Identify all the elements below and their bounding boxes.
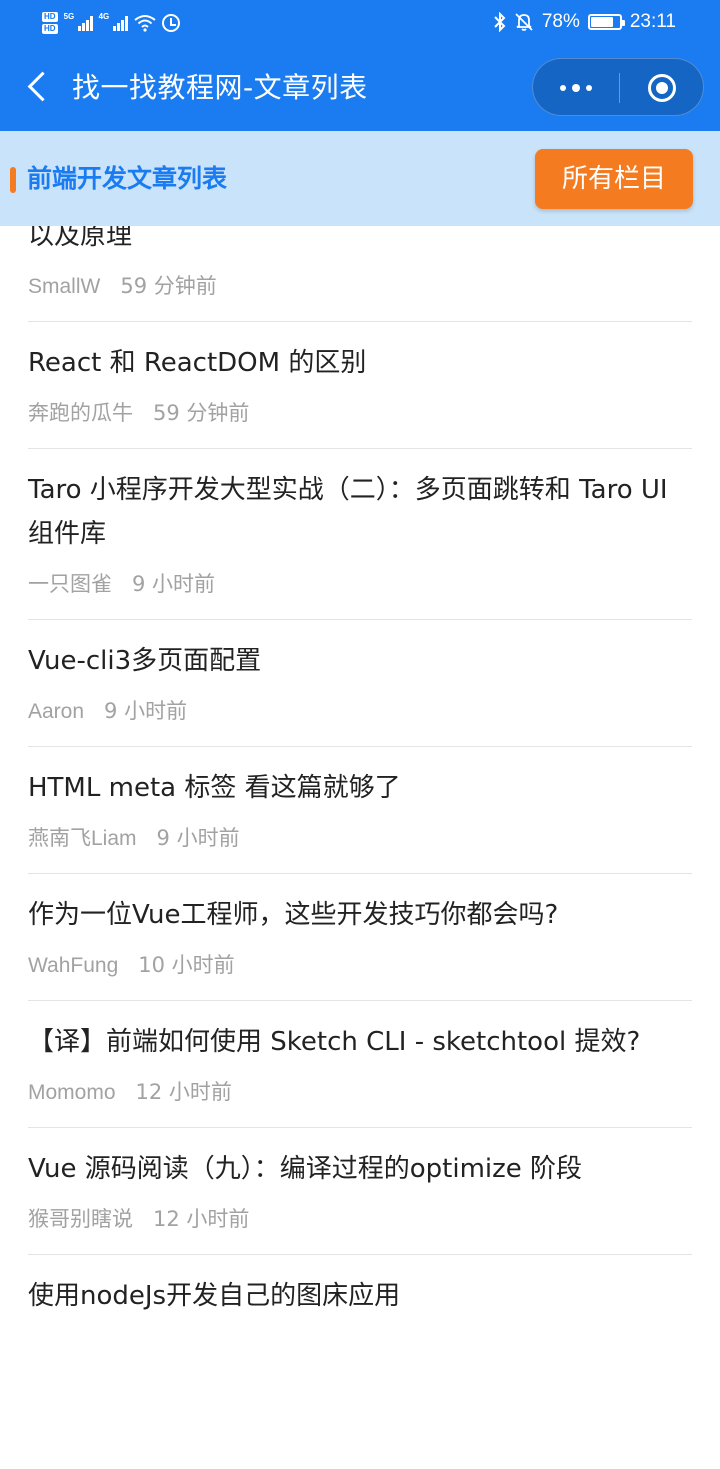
article-time: 59 分钟前 — [153, 401, 250, 425]
close-target-icon[interactable] — [619, 59, 705, 117]
section-title: 前端开发文章列表 — [27, 164, 228, 193]
article-item[interactable]: Taro 小程序开发大型实战（二）：多页面跳转和 Taro UI 组件库 一只图雀… — [28, 449, 692, 620]
article-item[interactable]: 作为一位Vue工程师，这些开发技巧你都会吗? WahFung 10 小时前 — [28, 874, 692, 1001]
article-title[interactable]: Vue-cli3多页面配置 — [28, 620, 692, 683]
article-title[interactable]: HTML meta 标签 看这篇就够了 — [28, 747, 692, 810]
nav-bar: 找一找教程网-文章列表 — [0, 44, 720, 131]
article-time: 9 小时前 — [156, 826, 240, 850]
all-columns-button[interactable]: 所有栏目 — [535, 149, 693, 209]
status-bar: HD HD 5G 4G 78% 23:11 — [0, 0, 720, 44]
article-meta: 一只图雀 9 小时前 — [28, 556, 692, 619]
article-title[interactable]: 作为一位Vue工程师，这些开发技巧你都会吗? — [28, 874, 692, 937]
back-chevron-icon[interactable] — [18, 68, 58, 108]
network-label: 4G — [98, 12, 110, 21]
network-label: 5G — [63, 12, 75, 21]
article-meta: Aaron 9 小时前 — [28, 683, 692, 746]
wifi-icon — [133, 15, 156, 32]
article-time: 59 分钟前 — [120, 274, 217, 298]
article-title[interactable]: React 和 ReactDOM 的区别 — [28, 322, 692, 385]
article-meta: SmallW 59 分钟前 — [28, 258, 692, 321]
article-author: WahFung — [28, 954, 119, 977]
article-item[interactable]: Vue 源码阅读（九）：编译过程的optimize 阶段猴哥别瞎说 12 小时前 — [28, 1128, 692, 1255]
mini-program-capsule — [532, 58, 704, 116]
article-time: 10 小时前 — [138, 953, 235, 977]
article-meta: 奔跑的瓜牛 59 分钟前 — [28, 385, 692, 448]
article-list: 以及原理 SmallW 59 分钟前 React 和 ReactDOM 的区别 奔跑的瓜… — [0, 226, 720, 1318]
status-right: 78% 23:11 — [494, 0, 676, 44]
hd-badge: HD — [42, 12, 58, 22]
signal-icon: 4G — [98, 12, 128, 31]
article-author: 奔跑的瓜牛 — [28, 402, 133, 425]
hd-indicators: HD HD — [42, 12, 58, 34]
article-time: 9 小时前 — [132, 572, 216, 596]
clock: 23:11 — [629, 11, 676, 32]
article-item[interactable]: 以及原理 SmallW 59 分钟前 — [28, 226, 692, 322]
article-title[interactable]: 【译】前端如何使用 Sketch CLI - sketchtool 提效? — [28, 1001, 692, 1064]
article-title[interactable]: 以及原理 — [28, 226, 692, 258]
article-time: 12 小时前 — [135, 1080, 232, 1104]
signal-icon: 5G — [63, 12, 93, 31]
hd-badge: HD — [42, 24, 58, 34]
article-item[interactable]: 【译】前端如何使用 Sketch CLI - sketchtool 提效? Mom… — [28, 1001, 692, 1128]
bluetooth-icon — [494, 12, 506, 32]
article-time: 12 小时前 — [153, 1207, 250, 1231]
section-accent-bar — [10, 167, 16, 193]
article-item[interactable]: Vue-cli3多页面配置 Aaron 9 小时前 — [28, 620, 692, 747]
article-item[interactable]: 使用nodeJs开发自己的图床应用 — [28, 1255, 692, 1318]
alarm-icon — [161, 14, 180, 32]
battery-icon — [587, 14, 625, 30]
article-title[interactable]: Taro 小程序开发大型实战（二）：多页面跳转和 Taro UI 组件库 — [28, 449, 692, 556]
article-meta: WahFung 10 小时前 — [28, 937, 692, 1000]
article-title[interactable]: 使用nodeJs开发自己的图床应用 — [28, 1255, 692, 1318]
battery-fill — [590, 17, 613, 27]
article-author: SmallW — [28, 275, 101, 298]
section-header: 前端开发文章列表 所有栏目 — [0, 131, 720, 226]
article-author: 燕南飞Liam — [28, 827, 137, 850]
article-time: 9 小时前 — [104, 699, 188, 723]
mute-bell-icon — [515, 13, 533, 31]
status-left: HD HD 5G 4G — [42, 6, 180, 40]
article-author: 一只图雀 — [28, 573, 112, 596]
article-item[interactable]: React 和 ReactDOM 的区别奔跑的瓜牛 59 分钟前 — [28, 322, 692, 449]
article-meta: 猴哥别瞎说 12 小时前 — [28, 1191, 692, 1254]
more-dots-icon[interactable] — [533, 59, 619, 117]
article-item[interactable]: HTML meta 标签 看这篇就够了燕南飞Liam 9 小时前 — [28, 747, 692, 874]
article-meta: 燕南飞Liam 9 小时前 — [28, 810, 692, 873]
article-author: Momomo — [28, 1081, 116, 1104]
article-author: Aaron — [28, 700, 85, 723]
article-title[interactable]: Vue 源码阅读（九）：编译过程的optimize 阶段 — [28, 1128, 692, 1191]
page-title: 找一找教程网-文章列表 — [72, 71, 368, 104]
article-list-viewport[interactable]: 以及原理 SmallW 59 分钟前 React 和 ReactDOM 的区别 奔跑的瓜… — [0, 226, 720, 1469]
article-author: 猴哥别瞎说 — [28, 1208, 133, 1231]
article-meta: Momomo 12 小时前 — [28, 1064, 692, 1127]
battery-percent: 78% — [541, 11, 580, 32]
